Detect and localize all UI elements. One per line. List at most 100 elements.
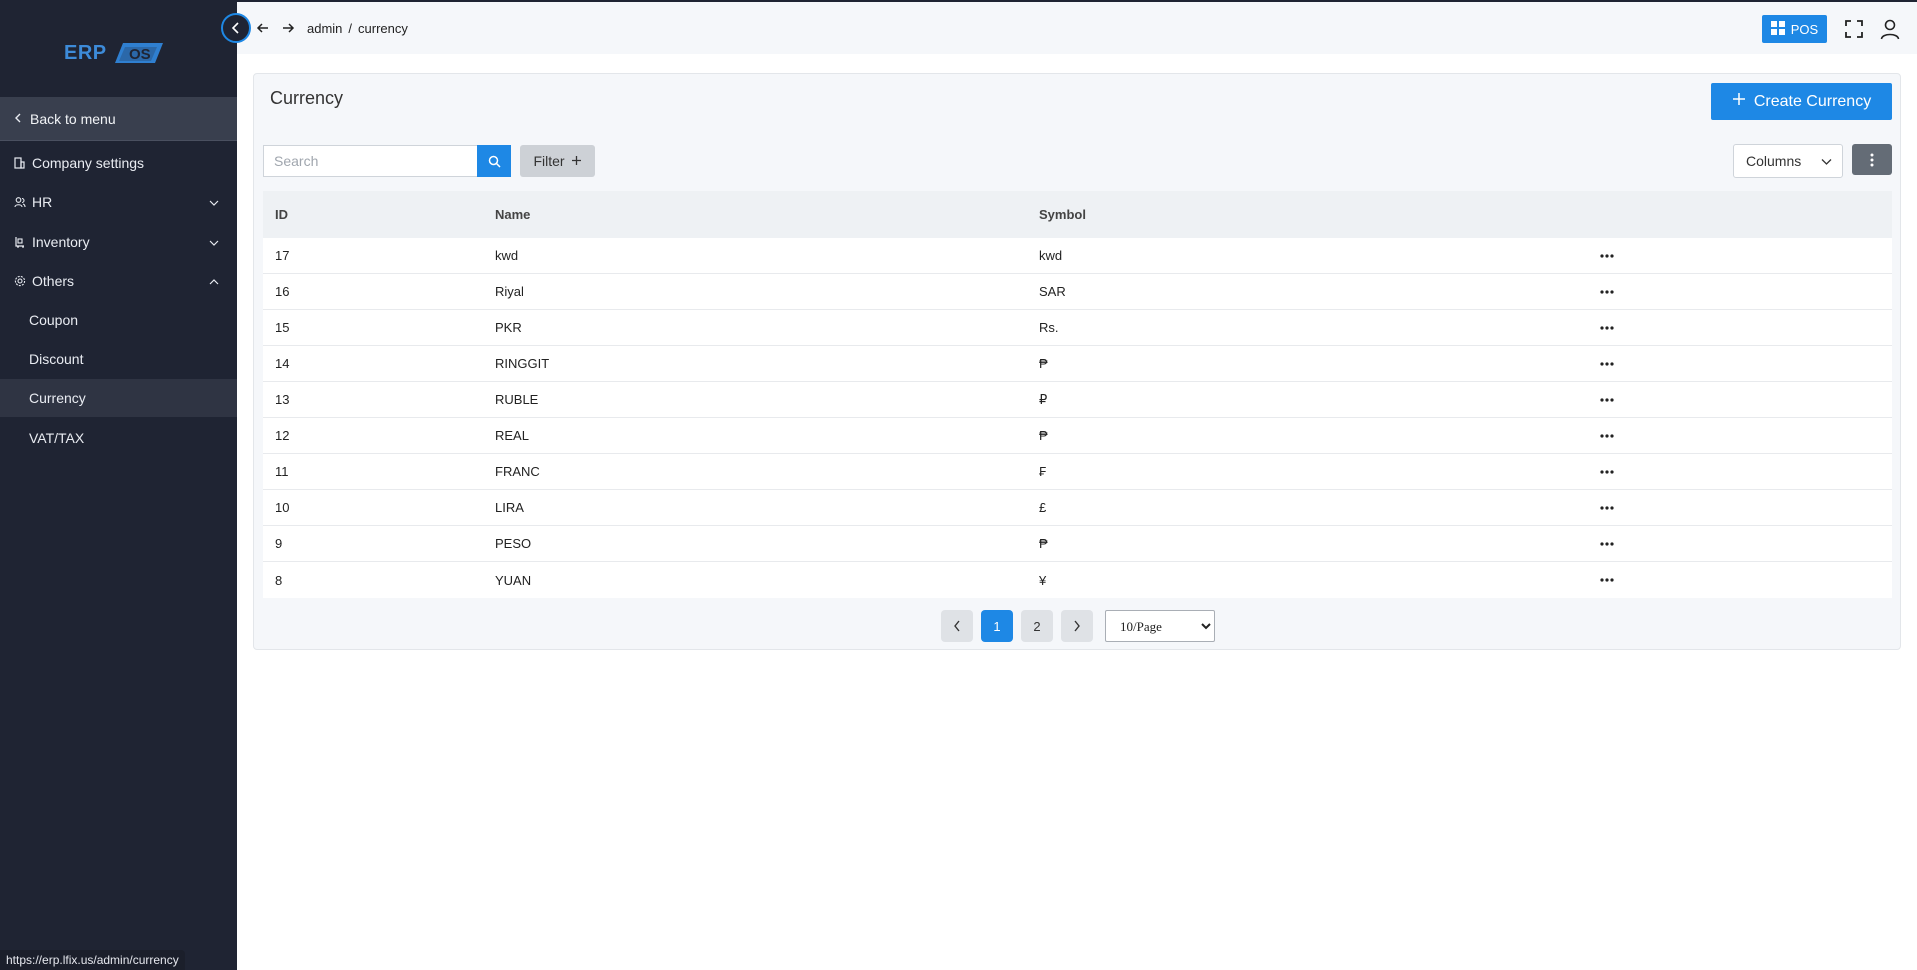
grid-icon: [1770, 20, 1785, 38]
create-currency-button[interactable]: Create Currency: [1711, 83, 1892, 120]
fullscreen-icon[interactable]: [1844, 19, 1864, 39]
cell-id: 13: [275, 392, 290, 407]
page-1-button[interactable]: 1: [981, 610, 1013, 642]
table-row[interactable]: 11 FRANC ₣: [263, 454, 1892, 490]
chevron-down-icon: [209, 235, 219, 246]
sidebar: ERP OS Back to menu Company settings HR: [0, 2, 237, 970]
sidebar-subitem-label: Discount: [29, 351, 84, 367]
sidebar-subitem-coupon[interactable]: Coupon: [0, 301, 237, 339]
ellipsis-icon: [1600, 361, 1614, 366]
row-actions-button[interactable]: [1587, 578, 1627, 582]
gear-icon: [14, 275, 28, 287]
cell-symbol: ₱: [1039, 428, 1048, 443]
prev-page-button[interactable]: [941, 610, 973, 642]
status-bar-url: https://erp.lfix.us/admin/currency: [0, 950, 185, 970]
breadcrumb-separator: /: [348, 21, 353, 36]
cell-name: PKR: [495, 320, 522, 335]
search-input[interactable]: [263, 145, 477, 177]
sidebar-item-hr[interactable]: HR: [0, 183, 237, 221]
table-row[interactable]: 10 LIRA £: [263, 490, 1892, 526]
row-actions-button[interactable]: [1587, 361, 1627, 366]
cell-id: 15: [275, 320, 290, 335]
sidebar-subitem-label: VAT/TAX: [29, 430, 85, 446]
collapse-sidebar-button[interactable]: [221, 13, 251, 43]
row-actions-button[interactable]: [1587, 541, 1627, 546]
columns-dropdown[interactable]: Columns: [1733, 144, 1843, 178]
table-row[interactable]: 8 YUAN ¥: [263, 562, 1892, 598]
currency-card: Currency Create Currency Filter Columns …: [253, 73, 1901, 650]
back-to-menu-label: Back to menu: [30, 110, 116, 127]
sidebar-subitem-vat-tax[interactable]: VAT/TAX: [0, 419, 237, 457]
cell-symbol: ₱: [1039, 356, 1048, 371]
page-2-button[interactable]: 2: [1021, 610, 1053, 642]
row-actions-button[interactable]: [1587, 253, 1627, 258]
sidebar-subitem-label: Coupon: [29, 312, 79, 328]
users-icon: [14, 196, 28, 208]
per-page-select[interactable]: 10/Page: [1105, 610, 1215, 642]
table-row[interactable]: 13 RUBLE ₽: [263, 382, 1892, 418]
topbar: [237, 2, 1917, 54]
cell-name: Riyal: [495, 284, 524, 299]
plus-icon: [571, 153, 582, 169]
cell-symbol: ₽: [1039, 391, 1048, 407]
more-options-button[interactable]: [1852, 144, 1892, 175]
header-id[interactable]: ID: [263, 207, 495, 222]
breadcrumb-root[interactable]: admin: [307, 21, 342, 36]
sidebar-item-inventory[interactable]: Inventory: [0, 223, 237, 261]
forward-arrow-icon[interactable]: [279, 19, 297, 37]
breadcrumb: admin / currency: [307, 21, 408, 36]
ellipsis-icon: [1600, 541, 1614, 546]
pagination: 1 2 10/Page: [254, 610, 1902, 642]
table-row[interactable]: 17 kwd kwd: [263, 238, 1892, 274]
next-page-button[interactable]: [1061, 610, 1093, 642]
back-to-menu-button[interactable]: Back to menu: [0, 97, 237, 141]
pos-button[interactable]: POS: [1762, 15, 1827, 43]
row-actions-button[interactable]: [1587, 289, 1627, 294]
ellipsis-icon: [1600, 253, 1614, 258]
ellipsis-icon: [1600, 325, 1614, 330]
cell-id: 14: [275, 356, 290, 371]
table-row[interactable]: 16 Riyal SAR: [263, 274, 1892, 310]
cell-name: PESO: [495, 536, 532, 551]
row-actions-button[interactable]: [1587, 433, 1627, 438]
sidebar-item-others[interactable]: Others: [0, 262, 237, 300]
cell-symbol: ₣: [1039, 464, 1047, 479]
kebab-vertical-icon: [1870, 153, 1874, 166]
row-actions-button[interactable]: [1587, 325, 1627, 330]
cell-symbol: ₱: [1039, 536, 1048, 551]
erp-os-logo[interactable]: ERP OS: [64, 38, 168, 68]
ellipsis-icon: [1600, 289, 1614, 294]
cell-symbol: £: [1039, 500, 1047, 515]
table-row[interactable]: 14 RINGGIT ₱: [263, 346, 1892, 382]
page-title: Currency: [270, 88, 344, 108]
sidebar-item-company-settings[interactable]: Company settings: [0, 144, 237, 182]
create-currency-label: Create Currency: [1753, 92, 1872, 110]
cell-id: 16: [275, 284, 290, 299]
chevron-up-icon: [209, 274, 219, 285]
back-arrow-icon[interactable]: [254, 19, 272, 37]
header-symbol[interactable]: Symbol: [1039, 207, 1587, 222]
cell-id: 10: [275, 500, 290, 515]
cell-id: 17: [275, 248, 290, 263]
filter-button[interactable]: Filter: [520, 145, 595, 177]
table-row[interactable]: 9 PESO ₱: [263, 526, 1892, 562]
cell-id: 9: [275, 536, 283, 551]
table-row[interactable]: 12 REAL ₱: [263, 418, 1892, 454]
cell-id: 12: [275, 428, 290, 443]
sidebar-item-label: Company settings: [32, 155, 145, 171]
ellipsis-icon: [1600, 578, 1614, 582]
search-button[interactable]: [477, 145, 511, 177]
sidebar-subitem-currency[interactable]: Currency: [0, 379, 237, 417]
row-actions-button[interactable]: [1587, 397, 1627, 402]
table-row[interactable]: 15 PKR Rs.: [263, 310, 1892, 346]
cell-symbol: SAR: [1039, 284, 1066, 299]
user-icon[interactable]: [1879, 18, 1901, 40]
ellipsis-icon: [1600, 505, 1614, 510]
header-name[interactable]: Name: [495, 207, 1039, 222]
chevron-left-icon: [954, 620, 960, 632]
chevron-down-icon: [1821, 153, 1832, 169]
row-actions-button[interactable]: [1587, 505, 1627, 510]
sidebar-subitem-discount[interactable]: Discount: [0, 340, 237, 378]
row-actions-button[interactable]: [1587, 469, 1627, 474]
chevron-left-icon: [14, 112, 22, 126]
